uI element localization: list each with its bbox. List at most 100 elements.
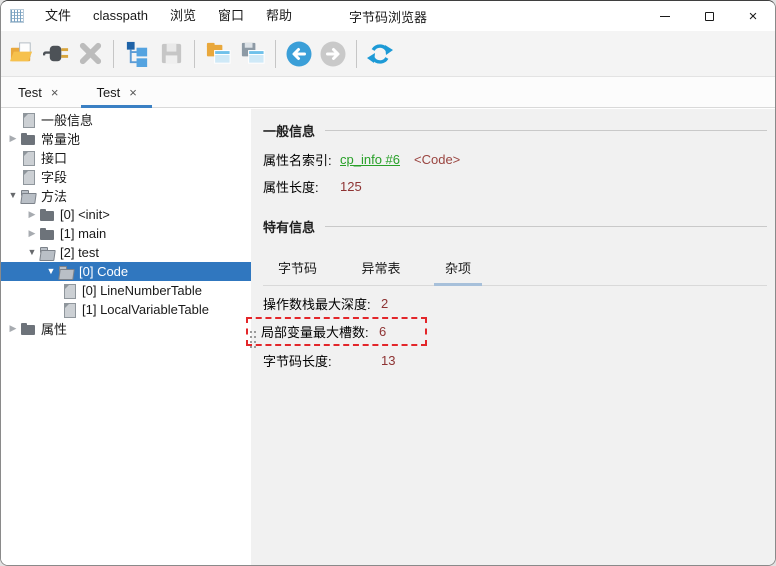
field-value: 125 — [340, 179, 362, 194]
tree-item-label: 方法 — [41, 186, 67, 205]
specific-info-section-header: 特有信息 — [263, 217, 767, 236]
open-folder-icon — [59, 265, 74, 279]
folder-icon — [21, 322, 36, 336]
document-icon — [21, 113, 36, 127]
back-button[interactable] — [282, 37, 316, 71]
forward-button[interactable] — [316, 37, 350, 71]
code-length-row: 字节码长度: 13 — [263, 351, 767, 369]
tree-item-label: [0] LineNumberTable — [82, 283, 202, 298]
expander-collapsed-icon[interactable] — [24, 205, 40, 224]
tab-label: Test — [18, 85, 42, 100]
menu-window[interactable]: 窗口 — [207, 1, 255, 31]
expander-expanded-icon[interactable] — [5, 186, 21, 205]
structure-tree: 一般信息 常量池 接口 字段 方法 — [1, 109, 251, 565]
menu-browse[interactable]: 浏览 — [159, 1, 207, 31]
menu-file[interactable]: 文件 — [34, 1, 82, 31]
field-value: 6 — [379, 324, 386, 339]
tree-item-attributes[interactable]: 属性 — [1, 319, 251, 338]
back-icon — [285, 40, 313, 68]
reload-icon — [366, 40, 394, 68]
field-label: 字节码长度: — [263, 351, 381, 370]
tab-test-1[interactable]: Test × — [7, 77, 69, 107]
toolbar — [1, 31, 775, 77]
minimize-button[interactable] — [643, 1, 687, 31]
title-bar: 文件 classpath 浏览 窗口 帮助 字节码浏览器 × — [1, 1, 775, 31]
tree-item-fields[interactable]: 字段 — [1, 167, 251, 186]
folder-icon — [21, 132, 36, 146]
maximize-icon — [705, 12, 714, 21]
menu-bar: 文件 classpath 浏览 窗口 帮助 — [34, 1, 303, 31]
tree-item-local-variable-table[interactable]: [1] LocalVariableTable — [1, 300, 251, 319]
tree-item-line-number-table[interactable]: [0] LineNumberTable — [1, 281, 251, 300]
tree-item-constant-pool[interactable]: 常量池 — [1, 129, 251, 148]
toolbar-separator — [275, 40, 276, 68]
minimize-icon — [660, 16, 670, 17]
document-icon — [62, 284, 77, 298]
tree-item-code-selected[interactable]: [0] Code — [1, 262, 251, 281]
expander-collapsed-icon[interactable] — [5, 129, 21, 148]
save-icon — [158, 40, 185, 67]
field-label: 属性名索引: — [263, 150, 340, 169]
tree-item-init[interactable]: [0] <init> — [1, 205, 251, 224]
tree-item-methods[interactable]: 方法 — [1, 186, 251, 205]
tree-item-label: [1] main — [60, 226, 106, 241]
save-button[interactable] — [154, 37, 188, 71]
tab-label: Test — [96, 85, 120, 100]
tree-item-label: [2] test — [60, 245, 99, 260]
specific-info-tab-bar: 字节码 异常表 杂项 — [263, 250, 767, 286]
folder-icon — [40, 227, 55, 241]
tab-close-icon[interactable]: × — [129, 86, 137, 99]
open-classfile-icon — [9, 40, 36, 67]
maximize-button[interactable] — [687, 1, 731, 31]
tree-item-label: 属性 — [41, 319, 67, 338]
close-classfile-button[interactable] — [73, 37, 107, 71]
attribute-type-value: <Code> — [414, 152, 460, 167]
section-title: 一般信息 — [263, 121, 315, 140]
max-locals-row-highlighted: 局部变量最大槽数: 6 — [246, 317, 427, 346]
expander-collapsed-icon[interactable] — [24, 224, 40, 243]
expander-collapsed-icon[interactable] — [5, 319, 21, 338]
expander-expanded-icon[interactable] — [43, 262, 59, 281]
tree-item-interfaces[interactable]: 接口 — [1, 148, 251, 167]
document-icon — [21, 170, 36, 184]
tree-item-label: 常量池 — [41, 129, 80, 148]
field-value: 2 — [381, 296, 388, 311]
toolbar-separator — [113, 40, 114, 68]
folder-icon — [40, 208, 55, 222]
document-icon — [21, 151, 36, 165]
plug-icon — [43, 40, 70, 67]
tree-structure-icon — [124, 40, 151, 67]
open-classfile-button[interactable] — [5, 37, 39, 71]
tree-item-main[interactable]: [1] main — [1, 224, 251, 243]
save-window-button[interactable] — [235, 37, 269, 71]
tab-close-icon[interactable]: × — [51, 86, 59, 99]
window-title: 字节码浏览器 — [349, 7, 427, 26]
reload-button[interactable] — [363, 37, 397, 71]
window-controls: × — [643, 1, 775, 31]
tree-structure-button[interactable] — [120, 37, 154, 71]
splitter-grip[interactable] — [250, 331, 252, 333]
menu-classpath[interactable]: classpath — [82, 1, 159, 31]
attribute-name-index-row: 属性名索引: cp_info #6 <Code> — [263, 151, 767, 167]
cp-info-link[interactable]: cp_info #6 — [340, 152, 400, 167]
field-label: 局部变量最大槽数: — [261, 322, 379, 341]
tree-item-test[interactable]: [2] test — [1, 243, 251, 262]
tree-item-general-info[interactable]: 一般信息 — [1, 110, 251, 129]
menu-help[interactable]: 帮助 — [255, 1, 303, 31]
field-label: 操作数栈最大深度: — [263, 294, 381, 313]
general-info-section-header: 一般信息 — [263, 121, 767, 140]
tab-exception-table[interactable]: 异常表 — [350, 250, 411, 285]
plugins-button[interactable] — [39, 37, 73, 71]
tab-misc[interactable]: 杂项 — [434, 250, 482, 285]
tree-item-label: [0] <init> — [60, 207, 110, 222]
open-folder-icon — [40, 246, 55, 260]
section-divider — [325, 226, 767, 227]
tab-test-2[interactable]: Test × — [81, 77, 151, 107]
tree-item-label: [1] LocalVariableTable — [82, 302, 209, 317]
open-in-window-button[interactable] — [201, 37, 235, 71]
close-button[interactable]: × — [731, 1, 775, 31]
tab-bytecode[interactable]: 字节码 — [267, 250, 328, 285]
open-in-window-icon — [205, 40, 232, 67]
expander-expanded-icon[interactable] — [24, 243, 40, 262]
misc-rows: 操作数栈最大深度: 2 局部变量最大槽数: 6 字节码长度: 13 — [263, 294, 767, 369]
